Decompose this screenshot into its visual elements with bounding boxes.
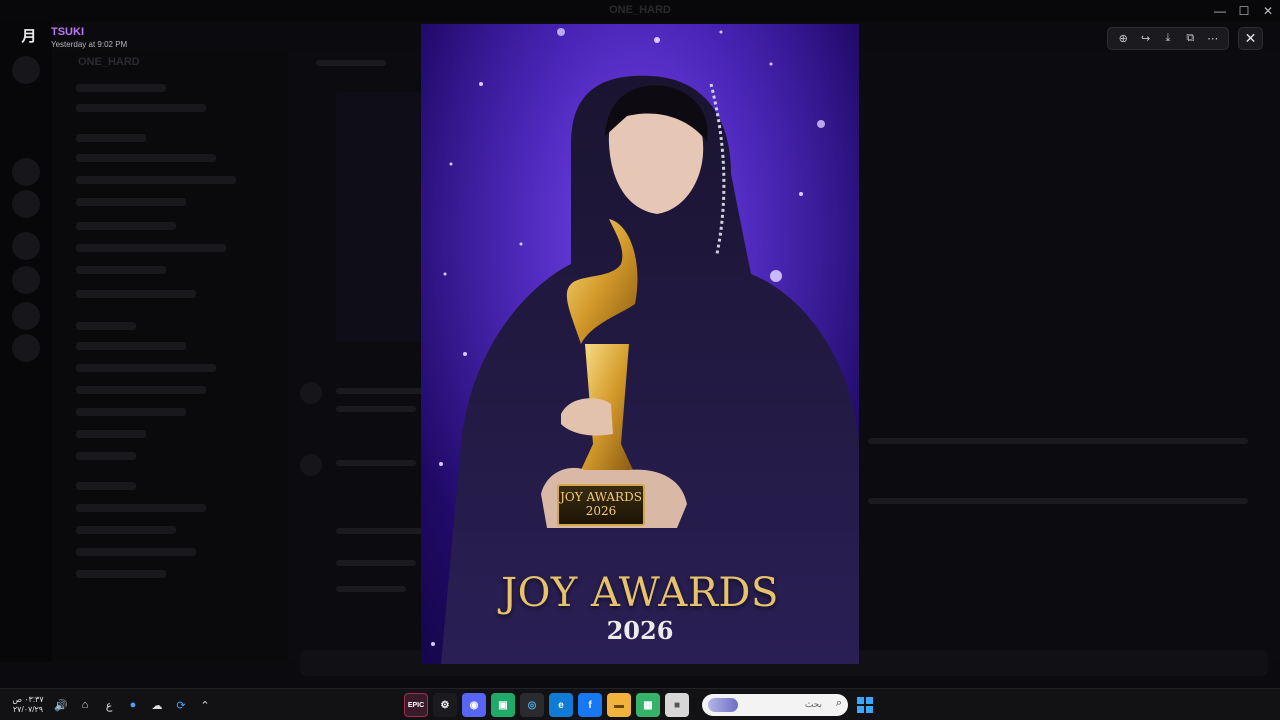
message-line	[336, 586, 406, 592]
server-icon[interactable]	[12, 266, 40, 294]
file-explorer-icon[interactable]: ▬	[607, 693, 631, 717]
pinned-apps: EPIC ⚙ ◉ ▣ ◎ e f ▬ ▦ ■ بحث ⌕	[404, 693, 876, 717]
server-list	[0, 22, 52, 662]
taskbar: ٠٣:٣٧ ص ٢٧/٠٧/٢٩ 🔊 ⌂ ع ● ☁ ⟳ ⌃ EPIC ⚙ ◉ …	[0, 688, 1280, 720]
message-line	[336, 388, 426, 394]
channel-item[interactable]	[76, 322, 136, 330]
server-icon[interactable]	[12, 232, 40, 260]
message-line	[336, 560, 416, 566]
channel-item[interactable]	[76, 198, 186, 206]
search-icon: ⌕	[835, 697, 842, 709]
channel-item[interactable]	[76, 104, 206, 112]
channel-item[interactable]	[76, 222, 176, 230]
message-line	[868, 438, 1248, 444]
search-highlight-image	[708, 698, 738, 712]
channel-item[interactable]	[76, 134, 146, 142]
facebook-icon[interactable]: f	[578, 693, 602, 717]
store-icon[interactable]: ▦	[636, 693, 660, 717]
avatar[interactable]	[300, 382, 322, 404]
app-titlebar: ONE_HARD — ☐ ✕	[0, 0, 1280, 22]
channel-item[interactable]	[76, 176, 236, 184]
channel-item[interactable]	[76, 266, 166, 274]
channel-item[interactable]	[76, 154, 216, 162]
poster-title: JOY AWARDS	[501, 570, 779, 616]
xbox-app-icon[interactable]: ▣	[491, 693, 515, 717]
start-button[interactable]	[854, 694, 876, 716]
system-tray: ٠٣:٣٧ ص ٢٧/٠٧/٢٩ 🔊 ⌂ ع ● ☁ ⟳ ⌃	[8, 689, 216, 720]
channel-item[interactable]	[76, 452, 136, 460]
volume-icon[interactable]: 🔊	[50, 694, 72, 716]
network-icon[interactable]: ⌂	[74, 694, 96, 716]
message-timestamp: Yesterday at 9:02 PM	[51, 40, 128, 49]
channel-item[interactable]	[76, 342, 186, 350]
channel-item[interactable]	[76, 244, 226, 252]
channel-sidebar: ONE_HARD	[52, 50, 288, 662]
poster-image: JOY AWARDS 2026 JOY AWARDS 2026	[421, 24, 859, 664]
more-icon[interactable]: ⋯	[1203, 30, 1223, 48]
message-line	[336, 406, 416, 412]
server-icon[interactable]	[12, 56, 40, 84]
server-icon[interactable]	[12, 302, 40, 330]
epic-games-icon[interactable]: EPIC	[404, 693, 428, 717]
author-avatar[interactable]: 月	[20, 26, 38, 45]
start-tile	[857, 697, 864, 704]
image-viewer-toolbar: ⊕ ↪ ⤓ ⧉ ⋯	[1107, 27, 1229, 50]
avatar[interactable]	[300, 454, 322, 476]
poster-year: 2026	[606, 616, 674, 645]
clock-time: ٠٣:٣٧ ص	[12, 695, 44, 704]
discord-icon[interactable]: ◉	[462, 693, 486, 717]
image-thumbnail[interactable]	[336, 92, 426, 342]
channel-title	[316, 60, 386, 66]
download-icon[interactable]: ⤓	[1158, 30, 1178, 48]
plaque-year: 2026	[585, 504, 617, 518]
message-line	[868, 498, 1248, 504]
chrome-icon[interactable]: ◎	[520, 693, 544, 717]
message-line	[336, 460, 416, 466]
start-tile	[866, 706, 873, 713]
forward-icon[interactable]: ↪	[1136, 30, 1156, 48]
edge-icon[interactable]: e	[549, 693, 573, 717]
channel-item[interactable]	[76, 386, 206, 394]
window-close-button[interactable]: ✕	[1256, 0, 1280, 22]
minimize-button[interactable]: —	[1208, 0, 1232, 22]
channel-item[interactable]	[76, 504, 206, 512]
channel-item[interactable]	[76, 430, 146, 438]
channel-item[interactable]	[76, 364, 216, 372]
poster-artwork	[421, 24, 859, 664]
start-tile	[857, 706, 864, 713]
language-indicator[interactable]: ع	[98, 694, 120, 716]
open-external-icon[interactable]: ⧉	[1180, 30, 1200, 48]
app-title: ONE_HARD	[609, 4, 671, 16]
channel-item[interactable]	[76, 408, 186, 416]
server-name: ONE_HARD	[78, 56, 140, 68]
channel-item[interactable]	[76, 570, 166, 578]
channel-item[interactable]	[76, 84, 166, 92]
clock[interactable]: ٠٣:٣٧ ص ٢٧/٠٧/٢٩	[8, 695, 48, 715]
channel-item[interactable]	[76, 548, 196, 556]
channel-item[interactable]	[76, 526, 176, 534]
channel-item[interactable]	[76, 290, 196, 298]
start-tile	[866, 697, 873, 704]
server-icon[interactable]	[12, 334, 40, 362]
close-viewer-button[interactable]: ✕	[1238, 27, 1263, 50]
channel-item[interactable]	[76, 482, 136, 490]
search-placeholder: بحث	[804, 699, 822, 709]
steam-icon[interactable]: ⚙	[433, 693, 457, 717]
zoom-in-icon[interactable]: ⊕	[1113, 30, 1133, 48]
message-line	[336, 528, 426, 534]
desktop-app-icon[interactable]: ■	[665, 693, 689, 717]
microphone-icon[interactable]: ●	[122, 694, 144, 716]
sync-icon[interactable]: ⟳	[170, 694, 192, 716]
author-name[interactable]: TSUKI	[51, 26, 84, 38]
chevron-up-icon[interactable]: ⌃	[194, 694, 216, 716]
clock-date: ٢٧/٠٧/٢٩	[12, 705, 44, 714]
cloud-icon[interactable]: ☁	[146, 694, 168, 716]
server-icon[interactable]	[12, 190, 40, 218]
server-icon[interactable]	[12, 158, 40, 186]
taskbar-search[interactable]: بحث ⌕	[702, 694, 848, 716]
plaque-title: JOY AWARDS	[560, 490, 642, 504]
window-controls: — ☐ ✕	[1208, 0, 1280, 22]
maximize-button[interactable]: ☐	[1232, 0, 1256, 22]
trophy-plaque: JOY AWARDS 2026	[557, 484, 645, 526]
